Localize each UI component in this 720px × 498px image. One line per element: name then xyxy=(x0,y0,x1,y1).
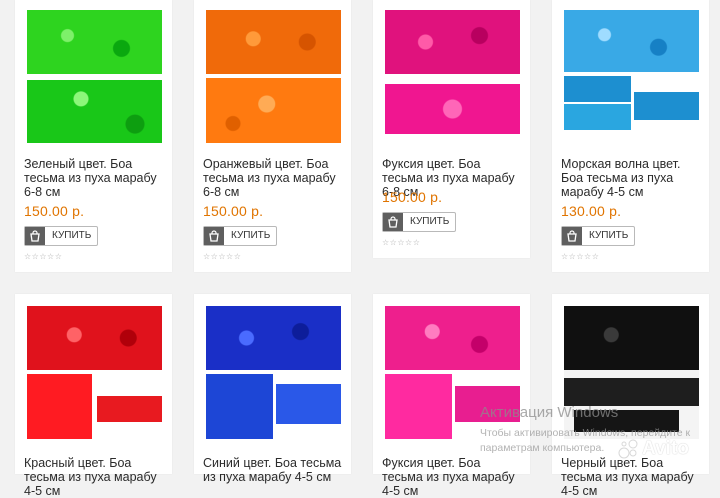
product-title[interactable]: Фуксия цвет. Боа тесьма из пуха марабу 4… xyxy=(382,456,522,498)
buy-button[interactable]: КУПИТЬ xyxy=(382,212,456,232)
product-title[interactable]: Черный цвет. Боа тесьма из пуха марабу 4… xyxy=(561,456,701,498)
avito-logo: Avito xyxy=(618,438,689,460)
product-price: 150.00 р. xyxy=(24,203,85,219)
rating-stars: ☆☆☆☆☆ xyxy=(203,252,242,261)
product-card[interactable]: Красный цвет. Боа тесьма из пуха марабу … xyxy=(15,294,172,498)
shopping-bag-icon xyxy=(562,227,582,245)
product-image[interactable] xyxy=(564,10,699,143)
product-card[interactable]: Синий цвет. Боа тесьма из пуха марабу 4-… xyxy=(194,294,351,484)
rating-stars: ☆☆☆☆☆ xyxy=(561,252,600,261)
product-image[interactable] xyxy=(385,10,520,143)
buy-button[interactable]: КУПИТЬ xyxy=(203,226,277,246)
buy-button-label: КУПИТЬ xyxy=(52,230,92,241)
product-price: 150.00 р. xyxy=(203,203,264,219)
rating-stars: ☆☆☆☆☆ xyxy=(24,252,63,261)
buy-button-label: КУПИТЬ xyxy=(589,230,629,241)
product-card[interactable]: Фуксия цвет. Боа тесьма из пуха марабу 6… xyxy=(373,0,530,258)
product-title[interactable]: Морская волна цвет. Боа тесьма из пуха м… xyxy=(561,157,701,199)
product-card[interactable]: Зеленый цвет. Боа тесьма из пуха марабу … xyxy=(15,0,172,272)
product-image[interactable] xyxy=(206,10,341,143)
product-image[interactable] xyxy=(27,306,162,439)
shopping-bag-icon xyxy=(383,213,403,231)
product-title[interactable]: Зеленый цвет. Боа тесьма из пуха марабу … xyxy=(24,157,164,199)
buy-button-label: КУПИТЬ xyxy=(410,216,450,227)
shopping-bag-icon xyxy=(204,227,224,245)
watermark-title: Активация Windows xyxy=(480,404,619,421)
buy-button[interactable]: КУПИТЬ xyxy=(561,226,635,246)
buy-button[interactable]: КУПИТЬ xyxy=(24,226,98,246)
buy-button-label: КУПИТЬ xyxy=(231,230,271,241)
product-price: 150.00 р. xyxy=(382,189,443,205)
product-price: 130.00 р. xyxy=(561,203,622,219)
avito-dots-icon xyxy=(618,439,638,459)
product-title[interactable]: Синий цвет. Боа тесьма из пуха марабу 4-… xyxy=(203,456,343,484)
shopping-bag-icon xyxy=(25,227,45,245)
product-card[interactable]: Оранжевый цвет. Боа тесьма из пуха мараб… xyxy=(194,0,351,272)
product-card[interactable]: Морская волна цвет. Боа тесьма из пуха м… xyxy=(552,0,709,272)
product-image[interactable] xyxy=(27,10,162,143)
product-title[interactable]: Оранжевый цвет. Боа тесьма из пуха мараб… xyxy=(203,157,343,199)
product-image[interactable] xyxy=(206,306,341,439)
rating-stars: ☆☆☆☆☆ xyxy=(382,238,421,247)
product-title[interactable]: Красный цвет. Боа тесьма из пуха марабу … xyxy=(24,456,164,498)
avito-wordmark: Avito xyxy=(642,438,689,459)
